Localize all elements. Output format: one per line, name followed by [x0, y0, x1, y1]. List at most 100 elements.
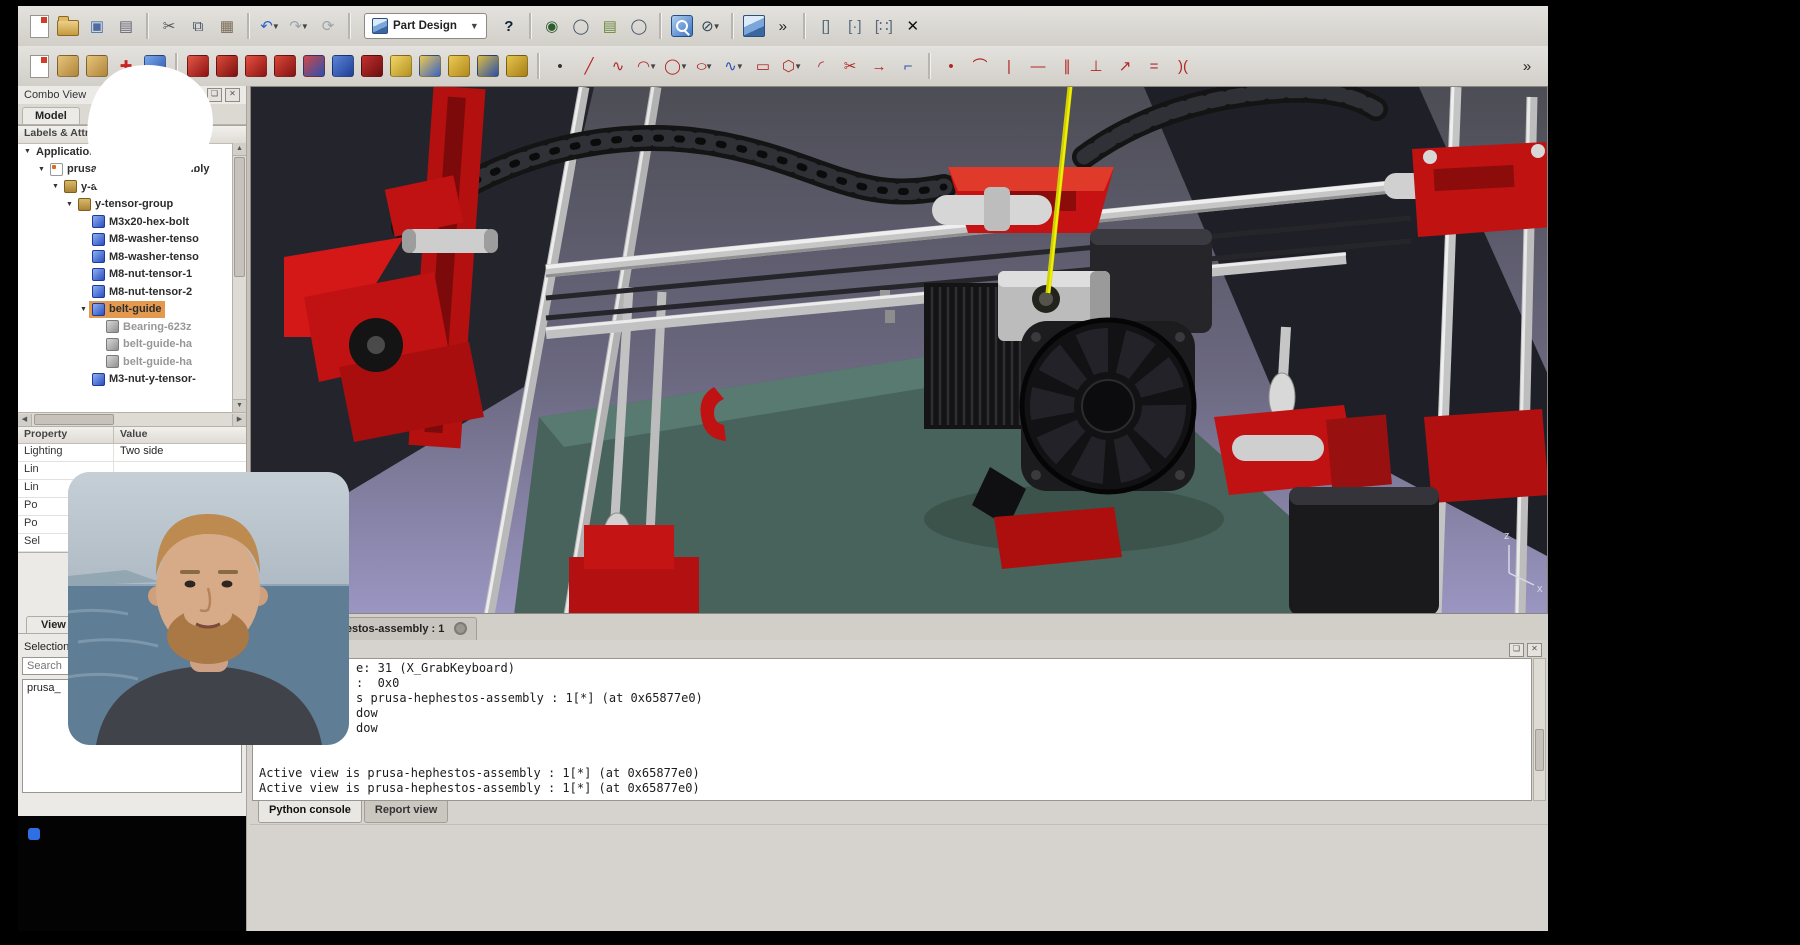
python-console-output[interactable]: e: 31 (X_GrabKeyboard): 0x0s prusa-hephe…	[252, 658, 1532, 801]
constraint-symmetric-icon[interactable]: )(	[1170, 53, 1196, 79]
tree-item-label-wrap[interactable]: belt-guide-ha	[103, 336, 195, 354]
scrollbar-thumb[interactable]	[234, 157, 245, 277]
scroll-up-icon[interactable]: ▲	[233, 143, 246, 156]
create-polygon-icon[interactable]: ⬡▼	[779, 53, 805, 79]
tree-item-selected-highlight[interactable]: belt-guide	[89, 301, 165, 319]
tree-expander-icon[interactable]: ▼	[36, 166, 47, 173]
open-file-icon[interactable]	[55, 13, 81, 39]
tree-item-bearing-623z[interactable]: Bearing-623z	[18, 318, 233, 336]
tree-item-m3x20-hex-bolt[interactable]: M3x20-hex-bolt	[18, 213, 233, 231]
create-rectangle-icon[interactable]: ▭	[750, 53, 776, 79]
sketch-fillet-icon[interactable]: ◜	[808, 53, 834, 79]
close-panel-icon[interactable]: ✕	[1527, 643, 1542, 657]
redo-icon[interactable]: ↷▼	[286, 13, 312, 39]
scroll-right-icon[interactable]: ▶	[232, 414, 246, 426]
dropdown-caret-icon[interactable]: ▼	[794, 62, 802, 71]
tree-item-y-tensor-group[interactable]: ▼y-tensor-group	[18, 196, 233, 214]
external-geometry-icon[interactable]: ⌐	[895, 53, 921, 79]
tree-expander-icon[interactable]: ▼	[22, 148, 33, 155]
axonometric-view-icon[interactable]	[741, 13, 767, 39]
macro-stop-icon[interactable]: ◯	[568, 13, 594, 39]
datum-plane-icon[interactable]	[359, 53, 385, 79]
undo-icon[interactable]: ↶▼	[257, 13, 283, 39]
tree-item-belt-guide-ha[interactable]: belt-guide-ha	[18, 353, 233, 371]
tree-expander-icon[interactable]: ▼	[50, 183, 61, 190]
print-icon[interactable]: ▤	[113, 13, 139, 39]
pocket-icon[interactable]	[417, 53, 443, 79]
create-circle-icon[interactable]: ◯▼	[663, 53, 689, 79]
create-polyline-icon[interactable]: ∿	[605, 53, 631, 79]
taskbar-app-icon[interactable]	[28, 828, 40, 840]
workbench-selector[interactable]: Part Design ▼	[364, 13, 487, 39]
tree-item-label-wrap[interactable]: M3-nut-y-tensor-	[89, 371, 199, 389]
export-body-icon[interactable]	[55, 53, 81, 79]
extend-edge-icon[interactable]: →	[866, 53, 892, 79]
tree-item-label-wrap[interactable]: M8-washer-tenso	[89, 231, 202, 249]
create-arc-icon[interactable]: ◠▼	[634, 53, 660, 79]
constraint-tangent-icon[interactable]: ↗	[1112, 53, 1138, 79]
additive-helix-icon[interactable]	[272, 53, 298, 79]
tree-item-label-wrap[interactable]: M8-washer-tenso	[89, 248, 202, 266]
groove-icon[interactable]	[475, 53, 501, 79]
console-titlebar[interactable]: ❏ ✕	[250, 640, 1548, 658]
refresh-icon[interactable]: ⟳	[315, 13, 341, 39]
whats-this-icon[interactable]: ?	[496, 13, 522, 39]
console-scrollbar[interactable]	[1533, 658, 1546, 801]
create-bspline-icon[interactable]: ∿▼	[721, 53, 747, 79]
revolution-icon[interactable]	[446, 53, 472, 79]
fit-all-icon[interactable]	[669, 13, 695, 39]
toolbar-overflow-icon[interactable]: »	[1514, 53, 1540, 79]
tree-vertical-scrollbar[interactable]: ▲ ▼	[232, 143, 246, 412]
create-line-icon[interactable]: ╱	[576, 53, 602, 79]
new-file-icon[interactable]	[26, 13, 52, 39]
additive-sphere-icon[interactable]	[243, 53, 269, 79]
tree-expander-icon[interactable]: ▼	[78, 306, 89, 313]
tab-model[interactable]: Model	[22, 107, 80, 124]
float-panel-icon[interactable]: ❏	[1509, 643, 1524, 657]
dropdown-caret-icon[interactable]: ▼	[713, 22, 721, 31]
viewport-3d[interactable]: z x	[250, 86, 1548, 614]
tree-item-label-wrap[interactable]: y-tensor-group	[75, 196, 176, 214]
tree-item-label-wrap[interactable]: M8-nut-tensor-2	[89, 283, 195, 301]
dropdown-caret-icon[interactable]: ▼	[649, 62, 657, 71]
tree-item-m8-nut-tensor-2[interactable]: M8-nut-tensor-2	[18, 283, 233, 301]
trim-edge-icon[interactable]: ✂	[837, 53, 863, 79]
constraint-equal-icon[interactable]: =	[1141, 53, 1167, 79]
float-panel-icon[interactable]: ❏	[207, 88, 222, 102]
pad-icon[interactable]	[388, 53, 414, 79]
box-element-selection-icon[interactable]: [∷]	[871, 13, 897, 39]
additive-cylinder-icon[interactable]	[214, 53, 240, 79]
tree-expander-icon[interactable]: ▼	[64, 201, 75, 208]
dropdown-caret-icon[interactable]: ▼	[272, 22, 280, 31]
scroll-left-icon[interactable]: ◀	[18, 414, 32, 426]
box-zoom-icon[interactable]: []	[813, 13, 839, 39]
scrollbar-thumb[interactable]	[1535, 729, 1544, 771]
dropdown-caret-icon[interactable]: ▼	[736, 62, 744, 71]
macros-dialog-icon[interactable]: ▤	[597, 13, 623, 39]
additive-box-icon[interactable]	[185, 53, 211, 79]
cut-icon[interactable]: ✂	[156, 13, 182, 39]
property-value[interactable]: Two side	[114, 444, 246, 461]
tree-item-m3-nut-y-tensor[interactable]: M3-nut-y-tensor-	[18, 371, 233, 389]
paste-icon[interactable]: ▦	[214, 13, 240, 39]
new-sketch-icon[interactable]	[26, 53, 52, 79]
create-point-icon[interactable]: •	[547, 53, 573, 79]
constraint-coincident-icon[interactable]: •	[938, 53, 964, 79]
dropdown-caret-icon[interactable]: ▼	[301, 22, 309, 31]
close-panel-icon[interactable]: ✕	[225, 88, 240, 102]
box-selection-icon[interactable]: [·]	[842, 13, 868, 39]
macro-record-icon[interactable]: ◉	[539, 13, 565, 39]
view-overflow-icon[interactable]: »	[770, 13, 796, 39]
close-document-icon[interactable]	[454, 622, 467, 635]
constraint-horizontal-icon[interactable]: —	[1025, 53, 1051, 79]
constraint-parallel-icon[interactable]: ∥	[1054, 53, 1080, 79]
boolean-operation-icon[interactable]	[301, 53, 327, 79]
tree-item-belt-guide[interactable]: ▼belt-guide	[18, 301, 233, 319]
property-row-lighting[interactable]: LightingTwo side	[18, 444, 246, 462]
tree-item-label-wrap[interactable]: M3x20-hex-bolt	[89, 213, 192, 231]
draw-style-icon[interactable]: ⊘▼	[698, 13, 724, 39]
save-icon[interactable]: ▣	[84, 13, 110, 39]
scrollbar-thumb[interactable]	[34, 414, 114, 425]
tree-item-belt-guide-ha[interactable]: belt-guide-ha	[18, 336, 233, 354]
tree-item-label-wrap[interactable]: Bearing-623z	[103, 318, 194, 336]
